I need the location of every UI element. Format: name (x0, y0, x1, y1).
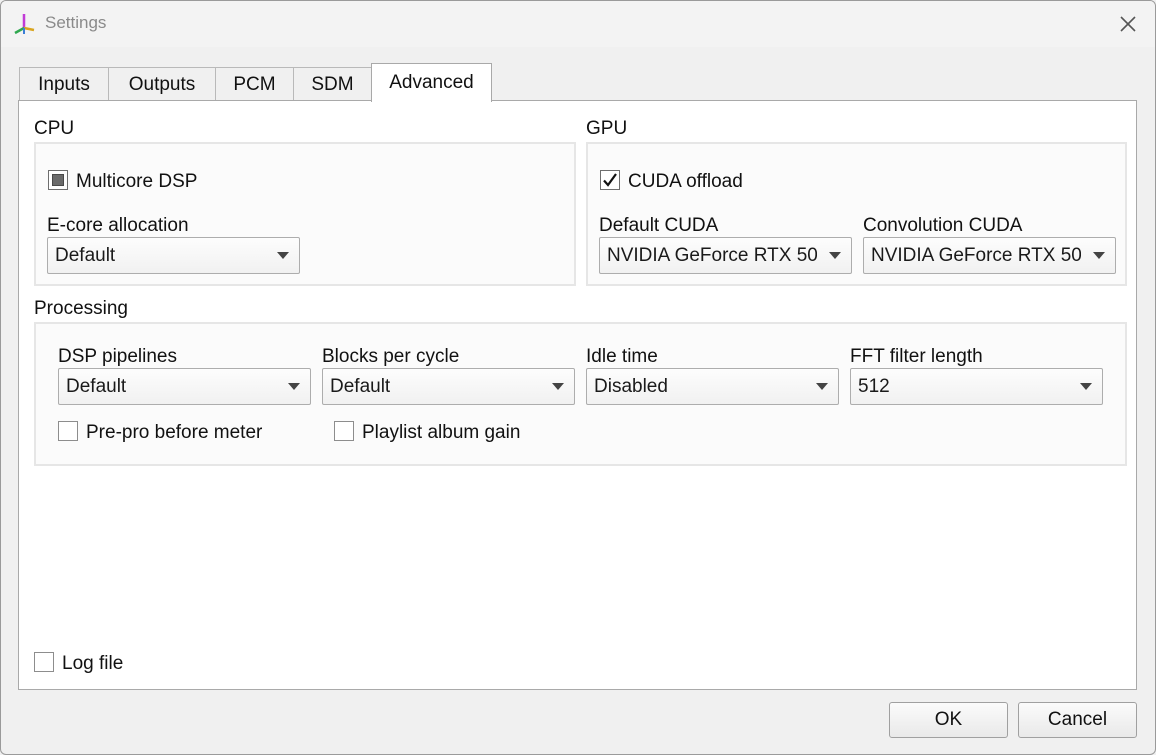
close-icon (1120, 16, 1136, 32)
app-logo-icon (14, 14, 35, 35)
blocks-per-cycle-value: Default (330, 375, 391, 397)
chevron-down-icon (816, 383, 828, 390)
partial-check-indicator (52, 174, 64, 186)
convolution-cuda-label: Convolution CUDA (863, 215, 1023, 236)
chevron-down-icon (552, 383, 564, 390)
multicore-dsp-checkbox[interactable] (48, 170, 68, 190)
default-cuda-value: NVIDIA GeForce RTX 507 (607, 244, 817, 266)
ok-button[interactable]: OK (889, 702, 1008, 738)
chevron-down-icon (277, 252, 289, 259)
gpu-section-label: GPU (586, 118, 628, 139)
gpu-group: CUDA offload Default CUDA NVIDIA GeForce… (586, 142, 1127, 286)
blocks-per-cycle-select[interactable]: Default (322, 368, 575, 405)
dsp-pipelines-select[interactable]: Default (58, 368, 311, 405)
chevron-down-icon (1080, 383, 1092, 390)
cuda-offload-checkbox[interactable] (600, 170, 620, 190)
fft-filter-length-value: 512 (858, 375, 890, 397)
checkmark-icon (603, 173, 617, 187)
default-cuda-select[interactable]: NVIDIA GeForce RTX 507 (599, 237, 852, 274)
playlist-album-gain-label: Playlist album gain (362, 422, 521, 443)
prepro-before-meter-label: Pre-pro before meter (86, 422, 263, 443)
advanced-tab-panel: CPU Multicore DSP E-core allocation Defa… (18, 100, 1137, 690)
fft-filter-length-label: FFT filter length (850, 346, 983, 367)
ecore-allocation-label: E-core allocation (47, 215, 189, 236)
tab-inputs[interactable]: Inputs (19, 67, 109, 101)
multicore-dsp-label: Multicore DSP (76, 171, 198, 192)
convolution-cuda-select[interactable]: NVIDIA GeForce RTX 507 (863, 237, 1116, 274)
log-file-label: Log file (62, 653, 124, 674)
cpu-group: Multicore DSP E-core allocation Default (34, 142, 576, 286)
dsp-pipelines-value: Default (66, 375, 127, 397)
tab-outputs[interactable]: Outputs (108, 67, 216, 101)
default-cuda-label: Default CUDA (599, 215, 719, 236)
tab-sdm[interactable]: SDM (293, 67, 372, 101)
title-bar: Settings (1, 1, 1155, 47)
ecore-allocation-value: Default (55, 244, 116, 266)
playlist-album-gain-checkbox[interactable] (334, 421, 354, 441)
cuda-offload-label: CUDA offload (628, 171, 743, 192)
dsp-pipelines-label: DSP pipelines (58, 346, 178, 367)
window-title: Settings (45, 13, 107, 32)
tab-advanced[interactable]: Advanced (371, 63, 492, 102)
chevron-down-icon (1093, 252, 1105, 259)
close-button[interactable] (1115, 11, 1141, 37)
cpu-section-label: CPU (34, 118, 75, 139)
convolution-cuda-value: NVIDIA GeForce RTX 507 (871, 244, 1081, 266)
idle-time-label: Idle time (586, 346, 658, 367)
cancel-button[interactable]: Cancel (1018, 702, 1137, 738)
chevron-down-icon (288, 383, 300, 390)
processing-section-label: Processing (34, 298, 128, 319)
idle-time-select[interactable]: Disabled (586, 368, 839, 405)
prepro-before-meter-checkbox[interactable] (58, 421, 78, 441)
blocks-per-cycle-label: Blocks per cycle (322, 346, 460, 367)
fft-filter-length-select[interactable]: 512 (850, 368, 1103, 405)
chevron-down-icon (829, 252, 841, 259)
settings-window: Settings Inputs Outputs PCM SDM Advanced… (0, 0, 1156, 755)
processing-group: DSP pipelines Default Blocks per cycle D… (34, 322, 1127, 466)
tab-pcm[interactable]: PCM (215, 67, 294, 101)
ecore-allocation-select[interactable]: Default (47, 237, 300, 274)
log-file-checkbox[interactable] (34, 652, 54, 672)
idle-time-value: Disabled (594, 375, 668, 397)
